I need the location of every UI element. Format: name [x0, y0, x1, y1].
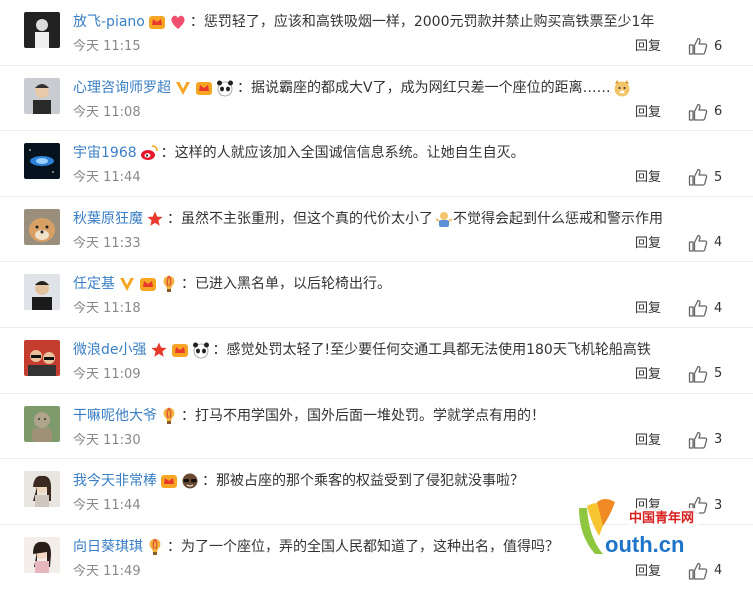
like-count: 6	[714, 38, 723, 54]
username-link[interactable]: 秋葉原狂魔	[73, 209, 143, 229]
reply-button[interactable]: 回复	[635, 563, 661, 581]
comment-item: 宇宙1968 ：这样的人就应该加入全国诚信信息系统。让她自生自灭。 今天 11:…	[0, 131, 753, 197]
comment-text: ：感觉处罚太轻了!至少要任何交通工具都无法使用180天飞机轮船高铁	[212, 341, 651, 358]
timestamp: 今天 11:30	[73, 432, 141, 448]
thumbs-up-icon	[688, 299, 714, 318]
avatar[interactable]	[24, 536, 60, 573]
like-count: 3	[714, 432, 723, 448]
avatar[interactable]	[24, 274, 60, 311]
comment-text: ：这样的人就应该加入全国诚信信息系统。让她自生自灭。	[160, 145, 525, 162]
vip-crown-icon[interactable]	[160, 472, 178, 490]
avatar[interactable]	[24, 471, 60, 508]
like-count: 4	[714, 235, 723, 251]
panda-icon[interactable]	[192, 341, 210, 359]
reply-button[interactable]: 回复	[635, 104, 661, 122]
timestamp: 今天 11:15	[73, 39, 141, 54]
comment-text: ：虽然不主张重刑，但这个真的代价太小了	[167, 210, 433, 227]
timestamp: 今天 11:33	[73, 235, 141, 251]
thumbs-up-icon	[688, 234, 714, 252]
reply-button[interactable]: 回复	[635, 38, 661, 56]
like-count: 4	[714, 300, 723, 316]
like-button[interactable]: 6	[688, 36, 722, 56]
thumbs-up-icon	[688, 103, 714, 121]
like-count: 6	[714, 104, 723, 120]
shrug-emoji-icon	[435, 210, 453, 228]
reply-button[interactable]: 回复	[635, 300, 661, 318]
like-button[interactable]: 6	[688, 102, 722, 122]
doge-emoji-icon	[613, 79, 631, 97]
like-button[interactable]: 5	[688, 167, 722, 187]
watermark-site: outh.cn	[605, 532, 684, 557]
username-link[interactable]: 心理咨询师罗超	[73, 78, 171, 98]
username-link[interactable]: 我今天非常棒	[73, 471, 157, 491]
comment-text: ：那被占座的那个乘客的权益受到了侵犯就没事啦？	[202, 473, 524, 490]
comment-item: 任定基 ：已进入黑名单，以后轮椅出行。 今天 11:18 回复 4	[0, 262, 753, 328]
reply-button[interactable]: 回复	[635, 366, 661, 384]
comment-text: ：为了一个座位，弄的全国人民都知道了，这种出名，值得吗？	[167, 538, 559, 555]
like-button[interactable]: 4	[688, 233, 722, 253]
comment-item: 放飞-piano ：惩罚轻了，应该和高铁吸烟一样，2000元罚款并禁止购买高铁票…	[0, 0, 753, 66]
hot-air-balloon-icon[interactable]	[160, 275, 178, 293]
username-link[interactable]: 向日葵琪琪	[73, 537, 143, 557]
like-button[interactable]: 5	[688, 364, 722, 384]
timestamp: 今天 11:09	[73, 366, 141, 382]
verified-v-icon[interactable]	[174, 79, 192, 97]
comment-item: 心理咨询师罗超 ：据说霸座的都成大V了，成为网红只差一个座位的距离…… 今天 1…	[0, 66, 753, 132]
thumbs-up-icon	[688, 37, 714, 55]
panda-icon[interactable]	[216, 79, 234, 97]
avatar[interactable]	[24, 77, 60, 114]
thumbs-up-icon	[688, 562, 714, 580]
timestamp: 今天 11:08	[73, 104, 141, 120]
comment-text: ：惩罚轻了，应该和高铁吸烟一样，2000元罚款并禁止购买高铁票至少1年	[189, 14, 655, 30]
timestamp: 今天 11:18	[73, 301, 141, 317]
reply-button[interactable]: 回复	[635, 235, 661, 253]
reply-button[interactable]: 回复	[635, 169, 661, 187]
avatar[interactable]	[24, 12, 60, 48]
timestamp: 今天 11:44	[73, 498, 141, 514]
like-count: 5	[714, 169, 723, 185]
like-count: 3	[714, 497, 723, 513]
vip-crown-icon[interactable]	[139, 275, 157, 293]
username-link[interactable]: 宇宙1968	[73, 143, 137, 163]
weibo-logo-icon[interactable]	[140, 144, 158, 162]
watermark-brand: 中国青年网	[629, 510, 694, 526]
thumbs-up-icon	[688, 431, 714, 449]
comment-text: ：据说霸座的都成大V了，成为网红只差一个座位的距离……	[237, 79, 611, 96]
vip-crown-icon[interactable]	[148, 13, 166, 31]
avatar[interactable]	[24, 405, 60, 442]
comment-text: ：打马不用学国外，国外后面一堆处罚。学就学点有用的！	[181, 407, 545, 424]
like-button[interactable]: 3	[688, 430, 722, 450]
thumbs-up-icon	[688, 168, 714, 186]
hot-air-balloon-icon[interactable]	[146, 538, 164, 556]
vip-crown-icon[interactable]	[171, 341, 189, 359]
vip-crown-icon[interactable]	[195, 79, 213, 97]
like-count: 5	[714, 366, 723, 382]
avatar[interactable]	[24, 339, 60, 376]
heart-icon[interactable]	[169, 13, 187, 31]
comment-item: 干嘛呢他大爷 ：打马不用学国外，国外后面一堆处罚。学就学点有用的！ 今天 11:…	[0, 394, 753, 460]
thumbs-up-icon	[688, 365, 714, 383]
star-badge-icon[interactable]	[150, 341, 168, 359]
username-link[interactable]: 微浪de小强	[73, 340, 147, 360]
avatar[interactable]	[24, 143, 60, 180]
star-badge-icon[interactable]	[146, 210, 164, 228]
hot-air-balloon-icon[interactable]	[160, 407, 178, 425]
comment-text-continued: 不觉得会起到什么惩戒和警示作用	[453, 210, 663, 227]
verified-v-icon[interactable]	[118, 275, 136, 293]
timestamp: 今天 11:49	[73, 563, 141, 579]
like-button[interactable]: 4	[688, 298, 722, 318]
username-link[interactable]: 干嘛呢他大爷	[73, 406, 157, 426]
comment-item: 微浪de小强 ：感觉处罚太轻了!至少要任何交通工具都无法使用180天飞机轮船高铁…	[0, 328, 753, 394]
sunglasses-emoji-icon[interactable]	[181, 472, 199, 490]
username-link[interactable]: 任定基	[73, 274, 115, 294]
avatar[interactable]	[24, 208, 60, 245]
comment-item: 秋葉原狂魔 ：虽然不主张重刑，但这个真的代价太小了 不觉得会起到什么惩戒和警示作…	[0, 197, 753, 263]
like-count: 4	[714, 563, 723, 579]
comment-text: ：已进入黑名单，以后轮椅出行。	[181, 276, 391, 293]
youth-cn-watermark-logo: 中国青年网 outh.cn	[575, 492, 705, 564]
timestamp: 今天 11:44	[73, 170, 141, 186]
reply-button[interactable]: 回复	[635, 432, 661, 450]
username-link[interactable]: 放飞-piano	[73, 12, 145, 32]
